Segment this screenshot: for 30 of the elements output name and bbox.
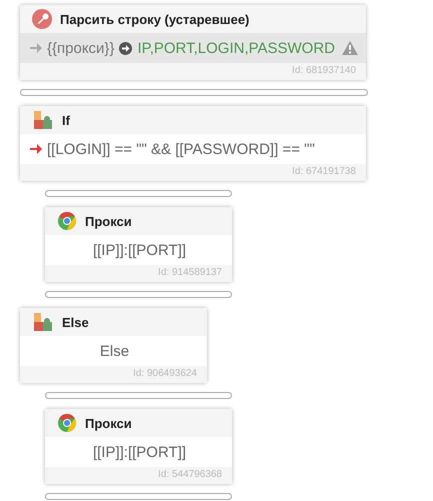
wrench-icon — [32, 9, 52, 29]
browser-icon — [57, 211, 77, 231]
block-id: Id: 906493624 — [133, 368, 197, 379]
block-text: Else — [100, 342, 130, 360]
block-id: Id: 674191738 — [292, 166, 356, 177]
output-variables: IP,PORT,LOGIN,PASSWORD — [137, 40, 336, 56]
block-id: Id: 544796368 — [158, 469, 222, 480]
drop-zone[interactable] — [45, 291, 232, 298]
puzzle-icon — [32, 109, 54, 131]
puzzle-icon — [32, 311, 54, 333]
arrow-circle-icon — [119, 42, 132, 54]
block-title: If — [62, 112, 70, 128]
drop-zone[interactable] — [45, 493, 232, 500]
arrow-icon — [30, 43, 42, 53]
block-text: [[IP]]:[[PORT]] — [92, 242, 186, 258]
block-title: Прокси — [85, 416, 132, 430]
browser-icon — [57, 413, 77, 433]
block-text: [[IP]]:[[PORT]] — [92, 444, 186, 460]
condition-text: [[LOGIN]] == "" && [[PASSWORD]] == "" — [47, 140, 315, 158]
input-variable: {{прокси}} — [47, 40, 114, 56]
block-title: Парсить строку (устаревшее) — [60, 12, 250, 26]
drop-zone[interactable] — [45, 190, 232, 197]
block-title: Else — [62, 314, 89, 330]
warning-icon — [342, 41, 358, 55]
arrow-icon — [30, 144, 42, 154]
block-id: Id: 681937140 — [292, 65, 356, 76]
block-title: Прокси — [85, 214, 132, 228]
drop-zone[interactable] — [45, 392, 232, 399]
block-id: Id: 914589137 — [158, 267, 222, 278]
drop-zone[interactable] — [20, 89, 368, 96]
